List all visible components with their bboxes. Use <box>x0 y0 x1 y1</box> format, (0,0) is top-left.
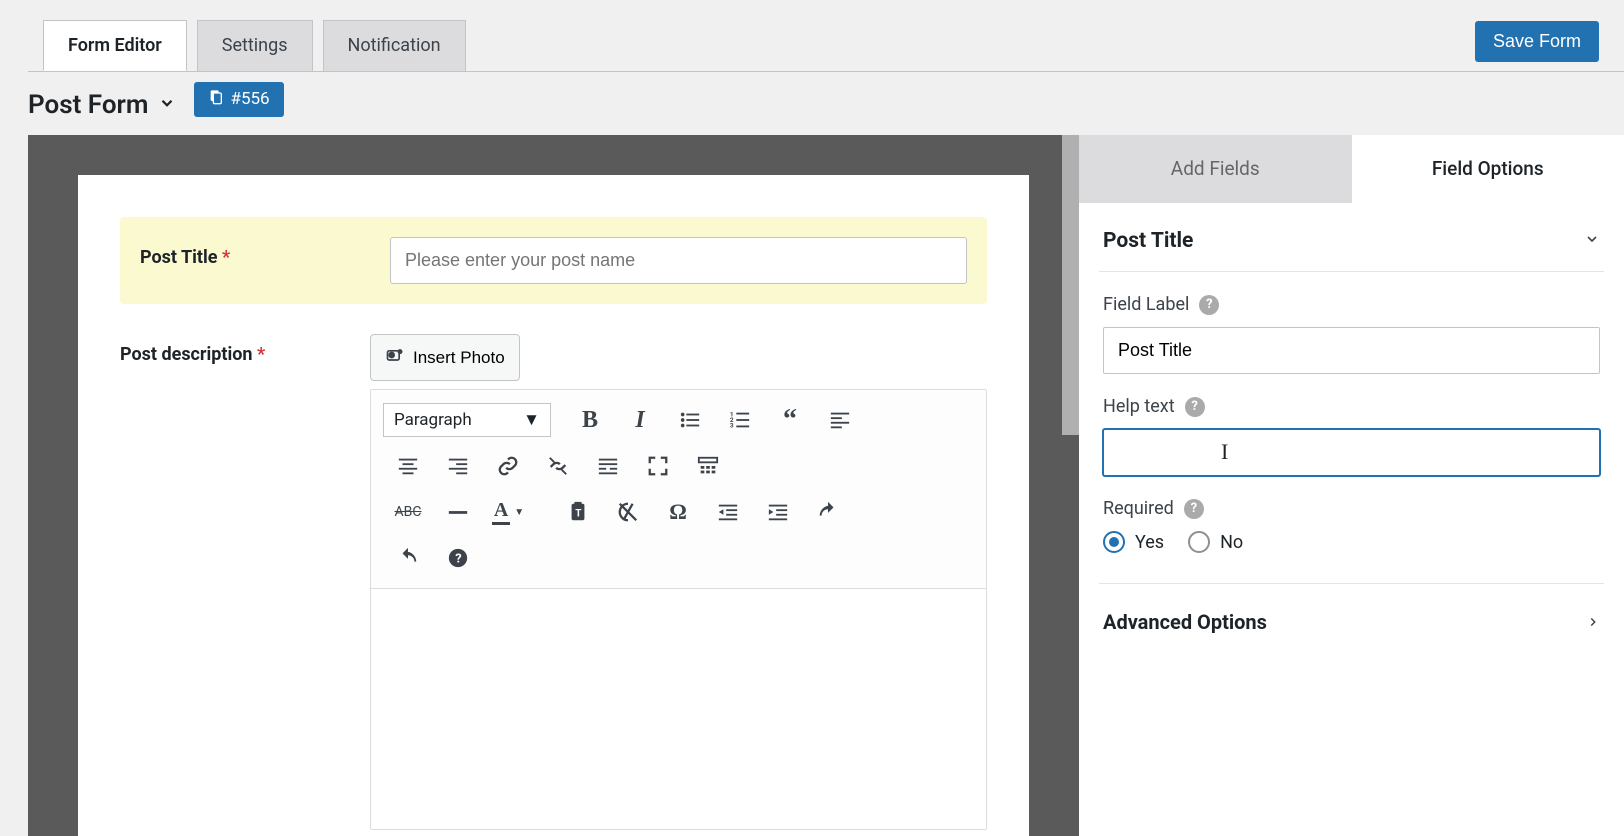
help-icon[interactable]: ? <box>1185 397 1205 417</box>
form-id-badge[interactable]: #556 <box>194 82 283 117</box>
tab-form-editor[interactable]: Form Editor <box>43 20 187 71</box>
field-label-text: Field Label <box>1103 294 1189 315</box>
caret-down-icon: ▼ <box>523 410 540 430</box>
link-button[interactable] <box>483 446 533 486</box>
redo-button[interactable] <box>383 538 433 578</box>
tab-field-options[interactable]: Field Options <box>1352 135 1624 203</box>
help-icon[interactable]: ? <box>1199 295 1219 315</box>
form-name-dropdown[interactable]: Post Form <box>28 90 176 120</box>
horizontal-rule-button[interactable] <box>433 492 483 532</box>
paste-text-button[interactable]: T <box>553 492 603 532</box>
align-right-button[interactable] <box>433 446 483 486</box>
paragraph-select-label: Paragraph <box>394 410 472 430</box>
required-yes-radio[interactable]: Yes <box>1103 531 1164 553</box>
field-post-description[interactable]: Post description * Insert Photo <box>120 334 987 830</box>
align-left-button[interactable] <box>815 400 865 440</box>
insert-photo-label: Insert Photo <box>413 348 505 368</box>
toolbar-toggle-button[interactable] <box>683 446 733 486</box>
help-button[interactable]: ? <box>433 538 483 578</box>
section-post-title-header[interactable]: Post Title <box>1099 225 1604 272</box>
camera-icon <box>385 345 405 370</box>
form-name-label: Post Form <box>28 90 148 120</box>
save-form-button[interactable]: Save Form <box>1475 21 1599 62</box>
insert-photo-button[interactable]: Insert Photo <box>370 334 520 381</box>
bold-button[interactable]: B <box>565 400 615 440</box>
advanced-options-header[interactable]: Advanced Options <box>1099 583 1604 634</box>
chevron-right-icon <box>1586 610 1600 634</box>
strikethrough-button[interactable]: ABC <box>383 492 433 532</box>
tab-add-fields[interactable]: Add Fields <box>1079 135 1352 203</box>
paragraph-format-select[interactable]: Paragraph ▼ <box>383 403 551 437</box>
tab-settings[interactable]: Settings <box>197 20 313 71</box>
field-label-input[interactable] <box>1103 327 1600 374</box>
svg-text:3: 3 <box>730 421 734 429</box>
bullet-list-button[interactable] <box>665 400 715 440</box>
clear-formatting-button[interactable] <box>603 492 653 532</box>
help-text-label: Help text <box>1103 396 1175 417</box>
required-no-radio[interactable]: No <box>1188 531 1243 553</box>
required-asterisk: * <box>222 247 230 268</box>
post-title-label: Post Title * <box>140 237 390 268</box>
advanced-options-label: Advanced Options <box>1103 610 1267 634</box>
help-icon[interactable]: ? <box>1184 499 1204 519</box>
radio-yes-label: Yes <box>1135 532 1164 553</box>
svg-text:?: ? <box>455 552 461 567</box>
insert-more-button[interactable] <box>583 446 633 486</box>
numbered-list-button[interactable]: 123 <box>715 400 765 440</box>
post-title-input[interactable] <box>390 237 967 284</box>
svg-text:T: T <box>575 509 582 520</box>
form-id-text: #556 <box>230 89 269 109</box>
copy-icon <box>208 89 224 110</box>
special-character-button[interactable]: Ω <box>653 492 703 532</box>
section-title-label: Post Title <box>1103 229 1193 253</box>
text-color-button[interactable]: A ▼ <box>483 492 533 532</box>
italic-button[interactable]: I <box>615 400 665 440</box>
tab-notification[interactable]: Notification <box>323 20 466 71</box>
chevron-down-icon <box>1584 229 1600 253</box>
outdent-button[interactable] <box>703 492 753 532</box>
indent-button[interactable] <box>753 492 803 532</box>
radio-no-label: No <box>1220 532 1243 553</box>
editor-content-area[interactable] <box>371 589 986 829</box>
unlink-button[interactable] <box>533 446 583 486</box>
fullscreen-button[interactable] <box>633 446 683 486</box>
undo-button[interactable] <box>803 492 853 532</box>
help-text-input[interactable] <box>1103 429 1600 476</box>
post-description-label: Post description * <box>120 334 370 365</box>
required-label: Required <box>1103 498 1174 519</box>
field-post-title[interactable]: Post Title * <box>120 217 987 304</box>
chevron-down-icon <box>158 94 176 117</box>
align-center-button[interactable] <box>383 446 433 486</box>
preview-scrollbar[interactable] <box>1062 135 1079 435</box>
blockquote-button[interactable]: “ <box>765 400 815 440</box>
required-asterisk: * <box>257 344 265 365</box>
